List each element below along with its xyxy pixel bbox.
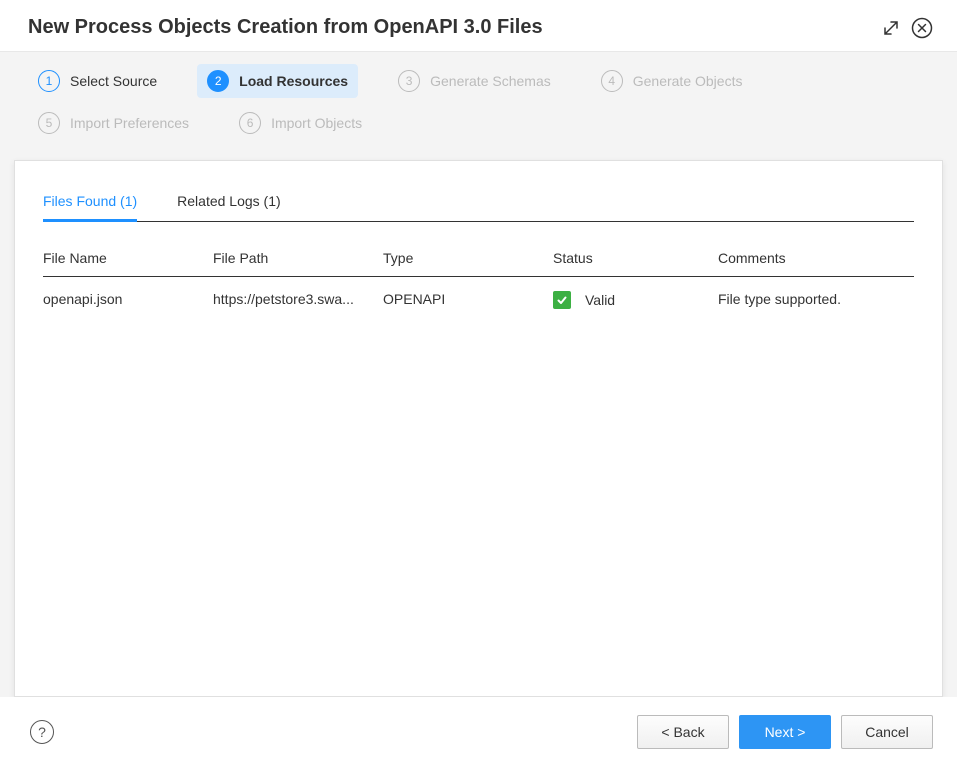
dialog-header: New Process Objects Creation from OpenAP… — [0, 0, 957, 51]
table-header: File Name File Path Type Status Comments — [43, 240, 914, 277]
col-header-status: Status — [553, 250, 718, 266]
help-button[interactable]: ? — [30, 720, 54, 744]
step-label: Import Objects — [271, 115, 362, 131]
wizard-steps: 1 Select Source 2 Load Resources 3 Gener… — [0, 51, 957, 160]
expand-icon[interactable] — [881, 18, 901, 38]
back-button[interactable]: < Back — [637, 715, 729, 749]
step-number: 3 — [398, 70, 420, 92]
step-label: Generate Schemas — [430, 73, 551, 89]
check-icon — [553, 291, 571, 309]
step-label: Generate Objects — [633, 73, 743, 89]
table-row: openapi.json https://petstore3.swa... OP… — [43, 277, 914, 323]
col-header-name: File Name — [43, 250, 213, 266]
main-panel: Files Found (1) Related Logs (1) File Na… — [14, 160, 943, 697]
step-label: Select Source — [70, 73, 157, 89]
cell-status: Valid — [553, 291, 718, 309]
col-header-comments: Comments — [718, 250, 914, 266]
header-controls — [881, 17, 933, 39]
next-button[interactable]: Next > — [739, 715, 831, 749]
step-number: 5 — [38, 112, 60, 134]
content-area: Files Found (1) Related Logs (1) File Na… — [0, 160, 957, 697]
step-number: 6 — [239, 112, 261, 134]
status-text: Valid — [585, 292, 615, 308]
step-select-source[interactable]: 1 Select Source — [28, 64, 167, 98]
step-number: 2 — [207, 70, 229, 92]
cancel-button[interactable]: Cancel — [841, 715, 933, 749]
dialog-title: New Process Objects Creation from OpenAP… — [28, 16, 543, 39]
cell-file-path: https://petstore3.swa... — [213, 291, 383, 309]
step-label: Load Resources — [239, 73, 348, 89]
col-header-type: Type — [383, 250, 553, 266]
tab-bar: Files Found (1) Related Logs (1) — [43, 185, 914, 222]
close-icon[interactable] — [911, 17, 933, 39]
tab-related-logs[interactable]: Related Logs (1) — [177, 185, 281, 221]
step-label: Import Preferences — [70, 115, 189, 131]
step-load-resources[interactable]: 2 Load Resources — [197, 64, 358, 98]
step-generate-schemas: 3 Generate Schemas — [388, 64, 561, 98]
step-number: 4 — [601, 70, 623, 92]
step-number: 1 — [38, 70, 60, 92]
cell-type: OPENAPI — [383, 291, 553, 309]
cell-comments: File type supported. — [718, 291, 914, 309]
step-import-preferences: 5 Import Preferences — [28, 106, 199, 140]
cell-file-name: openapi.json — [43, 291, 213, 309]
col-header-path: File Path — [213, 250, 383, 266]
step-import-objects: 6 Import Objects — [229, 106, 372, 140]
tab-files-found[interactable]: Files Found (1) — [43, 185, 137, 222]
dialog: New Process Objects Creation from OpenAP… — [0, 0, 957, 767]
dialog-footer: ? < Back Next > Cancel — [0, 697, 957, 767]
step-generate-objects: 4 Generate Objects — [591, 64, 753, 98]
